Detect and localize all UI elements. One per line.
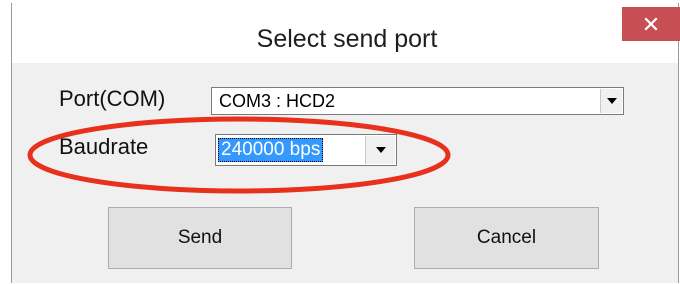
cancel-button[interactable]: Cancel	[414, 207, 599, 269]
baudrate-select-value: 240000 bps	[218, 138, 324, 162]
dialog-body: Port(COM) COM3 : HCD2 Baudrate 240000 bp…	[12, 63, 678, 283]
baudrate-label: Baudrate	[59, 134, 149, 159]
baudrate-dropdown-button[interactable]	[365, 136, 395, 164]
close-button[interactable]	[622, 7, 680, 41]
title-bar: Select send port	[12, 3, 680, 63]
port-label: Port(COM)	[59, 86, 166, 111]
chevron-down-icon	[606, 98, 617, 104]
port-select[interactable]: COM3 : HCD2	[211, 87, 624, 115]
select-send-port-dialog: Select send port Port(COM) COM3 : HCD2 B…	[11, 3, 680, 283]
baudrate-select[interactable]: 240000 bps	[215, 134, 397, 166]
close-icon	[644, 17, 658, 31]
dialog-title: Select send port	[256, 25, 438, 53]
port-select-value: COM3 : HCD2	[219, 91, 336, 111]
port-dropdown-button[interactable]	[600, 89, 622, 113]
chevron-down-icon	[375, 147, 386, 153]
send-button[interactable]: Send	[108, 207, 292, 269]
